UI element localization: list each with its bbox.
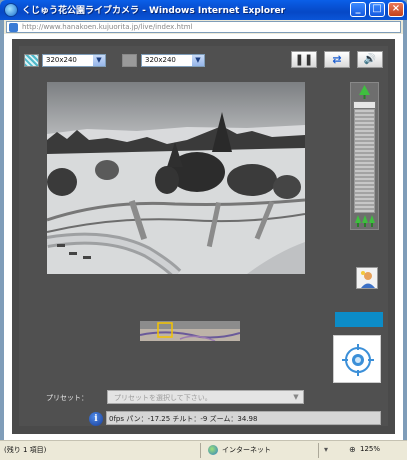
page-icon: [9, 23, 18, 32]
minimize-button[interactable]: _: [350, 2, 366, 17]
camera-viewer: 320x240 ▼ 320x240 ▼ ❚❚ ⇄ 🔊 プリセット： プリセットを…: [12, 39, 395, 434]
address-bar: http://www.hanakoen.kujuorita.jp/live/in…: [4, 20, 403, 34]
live-camera-image[interactable]: [47, 82, 305, 274]
protected-mode-icon[interactable]: ▾: [324, 445, 328, 454]
preset-select[interactable]: プリセットを選択して下さい。 ▼: [107, 390, 304, 404]
address-field[interactable]: http://www.hanakoen.kujuorita.jp/live/in…: [6, 21, 401, 33]
status-left-text: (残り 1 項目): [4, 446, 47, 454]
tree-zoom-in-icon[interactable]: [359, 85, 370, 99]
resolution-value-2: 320x240: [145, 56, 176, 64]
browser-status-bar: (残り 1 項目) インターネット ▾ ⊕ 125%: [0, 440, 407, 460]
camera-scene: [47, 82, 305, 274]
close-button[interactable]: ×: [388, 2, 404, 17]
preset-label: プリセット：: [46, 394, 88, 402]
divider: [318, 443, 319, 458]
zoom-level[interactable]: 125%: [360, 445, 380, 453]
panorama-navigator[interactable]: [140, 321, 240, 341]
divider: [200, 443, 201, 458]
camera-status: 0fps パン：-17.25 チルト：-9 ズーム：34.98: [106, 411, 381, 425]
chevron-down-icon: ▼: [293, 393, 299, 401]
address-url: http://www.hanakoen.kujuorita.jp/live/in…: [22, 23, 193, 31]
zoom-thumb[interactable]: [353, 101, 376, 109]
security-zone: インターネット: [222, 446, 271, 454]
crosshair-target-icon: [342, 344, 374, 376]
speaker-button[interactable]: 🔊: [357, 51, 383, 68]
page-content: 320x240 ▼ 320x240 ▼ ❚❚ ⇄ 🔊 プリセット： プリセットを…: [4, 34, 403, 440]
camera-user-button[interactable]: [356, 267, 378, 289]
info-icon: i: [89, 412, 103, 426]
swap-button[interactable]: ⇄: [324, 51, 350, 68]
pause-button[interactable]: ❚❚: [291, 51, 317, 68]
resolution-select-2[interactable]: 320x240 ▼: [141, 54, 205, 67]
maximize-button[interactable]: □: [369, 2, 385, 17]
pan-tilt-center-button[interactable]: [333, 335, 381, 383]
globe-icon: [208, 445, 218, 455]
resolution-select-1[interactable]: 320x240 ▼: [42, 54, 106, 67]
camera-panel: 320x240 ▼ 320x240 ▼ ❚❚ ⇄ 🔊 プリセット： プリセットを…: [19, 46, 388, 426]
frame-size-icon: [122, 54, 137, 67]
zoom-track[interactable]: [354, 101, 375, 213]
blue-indicator-bar: [335, 312, 383, 327]
image-quality-icon: [24, 54, 39, 67]
trees-zoom-out-icon[interactable]: [355, 215, 375, 227]
chevron-down-icon: ▼: [192, 55, 204, 66]
zoom-slider[interactable]: [350, 82, 379, 230]
camera-status-text: 0fps パン：-17.25 チルト：-9 ズーム：34.98: [109, 415, 258, 423]
window-title: くじゅう花公園ライブカメラ - Windows Internet Explore…: [22, 6, 286, 16]
window-title-bar[interactable]: くじゅう花公園ライブカメラ - Windows Internet Explore…: [0, 0, 407, 20]
panorama-image: [140, 321, 240, 341]
ie-logo-icon: [4, 3, 18, 17]
chevron-down-icon: ▼: [93, 55, 105, 66]
resolution-value-1: 320x240: [46, 56, 77, 64]
zoom-magnifier-icon[interactable]: ⊕: [349, 445, 356, 454]
person-icon: [361, 271, 375, 288]
preset-placeholder: プリセットを選択して下さい。: [114, 394, 212, 402]
